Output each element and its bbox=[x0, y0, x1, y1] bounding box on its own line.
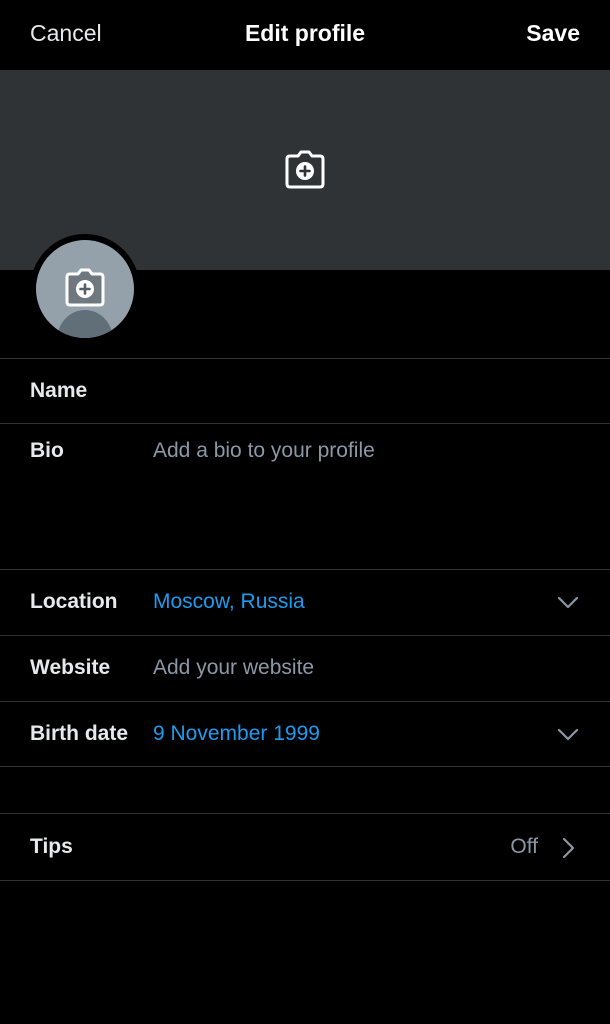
camera-plus-icon[interactable] bbox=[64, 268, 106, 308]
website-label: Website bbox=[30, 656, 111, 679]
location-label: Location bbox=[30, 590, 118, 613]
name-label: Name bbox=[30, 379, 88, 402]
tips-value: Off bbox=[510, 835, 538, 858]
tips-label: Tips bbox=[30, 835, 73, 858]
divider bbox=[0, 635, 610, 636]
birth-date-field[interactable]: 9 November 1999 bbox=[153, 722, 320, 746]
top-bar: Cancel Edit profile Save bbox=[0, 0, 610, 70]
website-field[interactable]: Add your website bbox=[153, 656, 314, 680]
divider bbox=[0, 569, 610, 570]
save-button[interactable]: Save bbox=[526, 20, 580, 47]
bio-label: Bio bbox=[30, 439, 64, 462]
chevron-right-icon bbox=[562, 837, 575, 859]
divider bbox=[0, 766, 610, 767]
chevron-down-icon[interactable] bbox=[556, 590, 580, 614]
divider bbox=[0, 358, 610, 359]
chevron-down-icon[interactable] bbox=[556, 722, 580, 746]
bio-field[interactable]: Add a bio to your profile bbox=[153, 439, 573, 559]
divider bbox=[0, 880, 610, 881]
camera-plus-icon[interactable] bbox=[284, 150, 326, 190]
name-field[interactable] bbox=[153, 379, 573, 405]
location-field[interactable]: Moscow, Russia bbox=[153, 590, 305, 614]
page-title: Edit profile bbox=[244, 20, 366, 46]
birth-date-label: Birth date bbox=[30, 722, 129, 745]
divider bbox=[0, 423, 610, 424]
divider bbox=[0, 701, 610, 702]
tips-row[interactable]: Tips Off bbox=[0, 814, 610, 880]
